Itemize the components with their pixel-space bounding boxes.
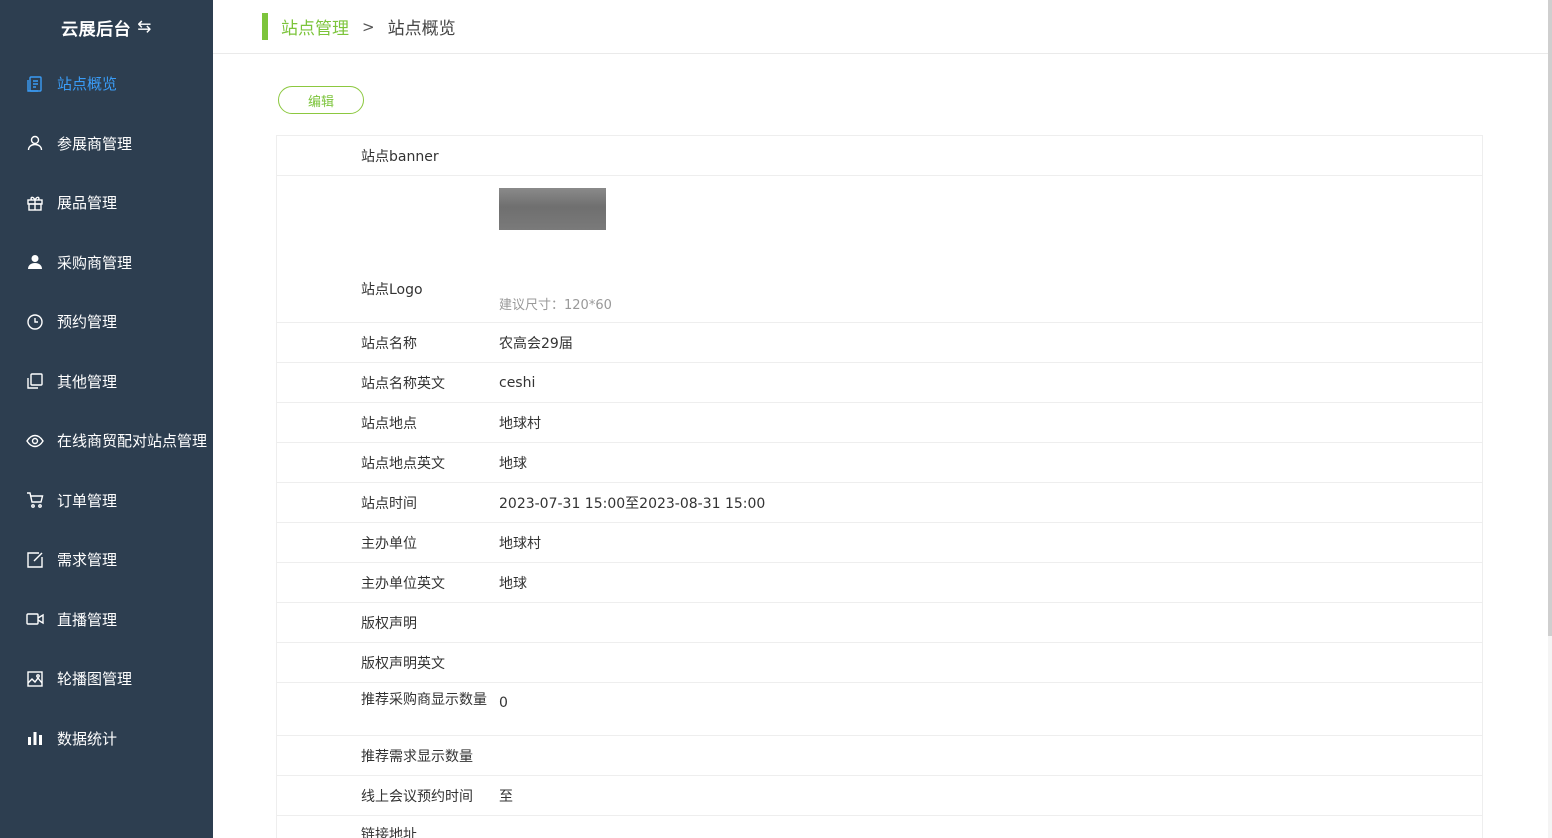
- sidebar-item-label: 订单管理: [57, 491, 118, 510]
- sidebar-item-carousel[interactable]: 轮播图管理: [0, 649, 213, 709]
- detail-row: 站点时间 2023-07-31 15:00至2023-08-31 15:00: [277, 483, 1482, 523]
- detail-value: [499, 603, 1482, 642]
- person-filled-icon: [26, 253, 44, 271]
- sidebar-item-label: 采购商管理: [57, 253, 133, 272]
- breadcrumb: 站点管理 > 站点概览: [213, 0, 1552, 54]
- detail-row: 站点名称 农高会29届: [277, 323, 1482, 363]
- sidebar-item-demands[interactable]: 需求管理: [0, 530, 213, 590]
- detail-label: 版权声明英文: [361, 655, 445, 672]
- detail-row-meeting-time: 线上会议预约时间 至: [277, 776, 1482, 816]
- overview-icon: [26, 75, 44, 93]
- sidebar-item-label: 轮播图管理: [57, 670, 133, 689]
- sidebar-item-orders[interactable]: 订单管理: [0, 471, 213, 531]
- eye-icon: [26, 432, 44, 450]
- detail-row: 版权声明: [277, 603, 1482, 643]
- detail-label: 站点banner: [361, 148, 439, 165]
- sidebar-nav: 站点概览 参展商管理 展品管理 采购商管理 预约管理 其他管理 在线商贸配对站点…: [0, 54, 213, 768]
- detail-row-logo: 站点Logo 建议尺寸：120*60: [277, 176, 1482, 323]
- sidebar-item-live[interactable]: 直播管理: [0, 590, 213, 650]
- scrollbar-track[interactable]: [1548, 0, 1552, 838]
- sidebar-item-appointments[interactable]: 预约管理: [0, 292, 213, 352]
- detail-row: 站点地点英文 地球: [277, 443, 1482, 483]
- edit-icon: [26, 551, 44, 569]
- detail-label: 站点Logo: [361, 282, 423, 298]
- sidebar: 云展后台 ⇆ 站点概览 参展商管理 展品管理 采购商管理 预约管理 其他管理 在…: [0, 0, 213, 838]
- detail-value: 2023-07-31 15:00至2023-08-31 15:00: [499, 495, 766, 512]
- detail-row-banner: 站点banner: [277, 136, 1482, 176]
- breadcrumb-separator: >: [362, 17, 375, 36]
- sidebar-item-exhibitors[interactable]: 参展商管理: [0, 114, 213, 174]
- edit-button[interactable]: 编辑: [278, 86, 364, 114]
- detail-value: [499, 816, 1482, 838]
- detail-row: 主办单位英文 地球: [277, 563, 1482, 603]
- logo-size-hint: 建议尺寸：120*60: [499, 298, 612, 313]
- detail-label: 主办单位英文: [361, 575, 445, 592]
- sidebar-item-buyers[interactable]: 采购商管理: [0, 233, 213, 293]
- sidebar-item-label: 站点概览: [57, 75, 118, 94]
- detail-label: 站点名称英文: [361, 375, 445, 392]
- detail-label: 链接地址: [361, 827, 417, 838]
- detail-label: 站点时间: [361, 495, 417, 512]
- breadcrumb-parent-link[interactable]: 站点管理: [281, 14, 349, 39]
- cart-icon: [26, 491, 44, 509]
- image-icon: [26, 670, 44, 688]
- detail-value: 地球村: [499, 415, 541, 432]
- detail-value: 农高会29届: [499, 335, 573, 352]
- sidebar-item-label: 直播管理: [57, 610, 118, 629]
- detail-row-recommend-demand: 推荐需求显示数量: [277, 736, 1482, 776]
- breadcrumb-accent-bar: [262, 13, 268, 40]
- detail-row: 站点名称英文 ceshi: [277, 363, 1482, 403]
- detail-label: 推荐需求显示数量: [361, 748, 473, 765]
- detail-label: 线上会议预约时间: [361, 788, 473, 805]
- detail-value: [499, 736, 1482, 775]
- sidebar-item-label: 需求管理: [57, 551, 118, 570]
- detail-label: 推荐采购商显示数量: [361, 692, 487, 708]
- detail-value: [499, 643, 1482, 682]
- detail-value: ceshi: [499, 374, 536, 391]
- sidebar-item-matching-sites[interactable]: 在线商贸配对站点管理: [0, 411, 213, 471]
- sidebar-item-label: 参展商管理: [57, 134, 133, 153]
- detail-value: 地球村: [499, 535, 541, 552]
- copy-icon: [26, 372, 44, 390]
- user-icon: [26, 134, 44, 152]
- detail-row-recommend-buyer: 推荐采购商显示数量 0: [277, 683, 1482, 736]
- breadcrumb-current: 站点概览: [387, 19, 456, 39]
- detail-value: 地球: [499, 575, 527, 592]
- sidebar-item-label: 在线商贸配对站点管理: [57, 432, 208, 451]
- sidebar-item-statistics[interactable]: 数据统计: [0, 709, 213, 769]
- detail-label: 站点地点英文: [361, 455, 445, 472]
- sidebar-item-site-overview[interactable]: 站点概览: [0, 54, 213, 114]
- detail-value: 至: [499, 788, 513, 805]
- sidebar-item-label: 预约管理: [57, 313, 118, 332]
- swap-icon[interactable]: ⇆: [137, 17, 152, 37]
- detail-value: 0: [499, 695, 508, 711]
- app-title: 云展后台 ⇆: [0, 0, 213, 54]
- sidebar-item-label: 数据统计: [57, 729, 118, 748]
- video-icon: [26, 610, 44, 628]
- sidebar-item-exhibits[interactable]: 展品管理: [0, 173, 213, 233]
- detail-row: 主办单位 地球村: [277, 523, 1482, 563]
- clock-icon: [26, 313, 44, 331]
- detail-row: 站点地点 地球村: [277, 403, 1482, 443]
- detail-value: 地球: [499, 455, 527, 472]
- scrollbar-thumb[interactable]: [1548, 0, 1552, 636]
- detail-value: 建议尺寸：120*60: [499, 176, 1482, 322]
- bar-chart-icon: [26, 729, 44, 747]
- detail-row: 版权声明英文: [277, 643, 1482, 683]
- detail-label: 版权声明: [361, 615, 417, 632]
- site-logo-image: [499, 188, 606, 230]
- detail-value: [499, 136, 1482, 175]
- detail-label: 站点名称: [361, 335, 417, 352]
- site-detail-table: 站点banner 站点Logo 建议尺寸：120*60 站点名称 农高会29届 …: [276, 135, 1483, 838]
- app-title-text: 云展后台: [61, 19, 132, 40]
- gift-icon: [26, 194, 44, 212]
- detail-label: 站点地点: [361, 415, 417, 432]
- sidebar-item-other[interactable]: 其他管理: [0, 352, 213, 412]
- detail-label: 主办单位: [361, 535, 417, 552]
- sidebar-item-label: 其他管理: [57, 372, 118, 391]
- sidebar-item-label: 展品管理: [57, 194, 118, 213]
- detail-row-link: 链接地址: [277, 816, 1482, 838]
